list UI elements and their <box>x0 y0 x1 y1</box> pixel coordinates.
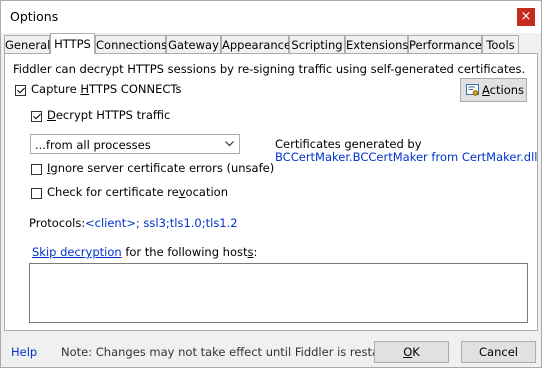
tab-label: Tools <box>486 38 515 52</box>
chevron-down-icon <box>225 141 234 147</box>
select-value: ...from all processes <box>35 138 151 152</box>
actions-button[interactable]: Actions <box>460 78 527 102</box>
label-text: ocation <box>185 185 228 199</box>
label-text: for the following host <box>121 245 248 259</box>
protocols-label: Protocols: <box>29 216 86 230</box>
capture-https-label[interactable]: Capture HTTPS CONNECTs <box>31 82 181 96</box>
cancel-button[interactable]: Cancel <box>461 341 536 363</box>
tab-https[interactable]: HTTPS <box>50 33 95 54</box>
restart-note: Note: Changes may not take effect until … <box>61 345 407 359</box>
tab-tools[interactable]: Tools <box>482 35 519 53</box>
tab-label: Performance <box>409 38 482 52</box>
skip-decryption-row: Skip decryption for the following hosts: <box>32 245 257 259</box>
tab-strip: General HTTPS Connections Gateway Appear… <box>4 33 540 54</box>
close-icon: × <box>520 9 532 24</box>
ignore-cert-errors-label[interactable]: Ignore server certificate errors (unsafe… <box>47 161 274 175</box>
help-link[interactable]: Help <box>11 345 37 359</box>
revocation-checkbox[interactable] <box>31 188 42 199</box>
ok-button[interactable]: OK <box>374 341 449 363</box>
cert-generated-label: Certificates generated by <box>275 137 422 151</box>
label-text: : <box>253 245 258 259</box>
cert-maker-link[interactable]: BCCertMaker.BCCertMaker from CertMaker.d… <box>275 150 538 164</box>
skip-hosts-textarea[interactable] <box>29 263 528 323</box>
tab-label: HTTPS <box>54 37 91 51</box>
mnemonic: H <box>80 82 90 96</box>
decrypt-https-checkbox[interactable] <box>31 111 42 122</box>
window-title: Options <box>10 9 59 24</box>
ignore-cert-errors-checkbox[interactable] <box>31 164 42 175</box>
tab-label: Appearance <box>222 38 292 52</box>
close-button[interactable]: × <box>517 8 535 26</box>
tab-label: Gateway <box>168 38 219 52</box>
certificate-icon <box>466 84 479 96</box>
label-text: TTPS CONNECTs <box>89 82 182 96</box>
revocation-label[interactable]: Check for certificate revocation <box>47 185 228 199</box>
tab-connections[interactable]: Connections <box>95 35 168 53</box>
skip-decryption-link[interactable]: Skip decryption <box>32 245 122 259</box>
tab-gateway[interactable]: Gateway <box>166 35 221 53</box>
https-panel: Fiddler can decrypt HTTPS sessions by re… <box>4 53 538 331</box>
tab-scripting[interactable]: Scripting <box>289 35 345 53</box>
mnemonic: v <box>178 185 186 199</box>
label-text: gnore server certificate errors (unsafe) <box>50 161 275 175</box>
mnemonic: O <box>403 345 413 359</box>
tab-general[interactable]: General <box>4 35 50 53</box>
tab-label: Connections <box>96 38 168 52</box>
options-dialog: Options × General HTTPS Connections Gate… <box>0 0 542 368</box>
actions-label: Actions <box>482 83 524 97</box>
label-text: ecrypt HTTPS traffic <box>55 108 171 122</box>
capture-https-checkbox[interactable] <box>15 85 26 96</box>
mnemonic: D <box>47 108 56 122</box>
label-text: Check for certificate re <box>47 185 179 199</box>
tab-label: Extensions <box>346 38 409 52</box>
tab-extensions[interactable]: Extensions <box>345 35 408 53</box>
label-text: ctions <box>489 83 525 97</box>
title-bar: Options × <box>1 1 541 33</box>
tab-appearance[interactable]: Appearance <box>221 35 292 53</box>
intro-text: Fiddler can decrypt HTTPS sessions by re… <box>13 62 526 76</box>
protocols-link[interactable]: <client>; ssl3;tls1.0;tls1.2 <box>85 216 238 230</box>
tab-performance[interactable]: Performance <box>408 35 482 53</box>
mnemonic: A <box>482 83 490 97</box>
tab-label: Scripting <box>291 38 343 52</box>
decrypt-https-label[interactable]: Decrypt HTTPS traffic <box>47 108 170 122</box>
process-filter-select[interactable]: ...from all processes <box>30 134 240 154</box>
tab-label: General <box>5 38 51 52</box>
label-text: K <box>412 345 420 359</box>
label-text: Capture <box>31 82 81 96</box>
